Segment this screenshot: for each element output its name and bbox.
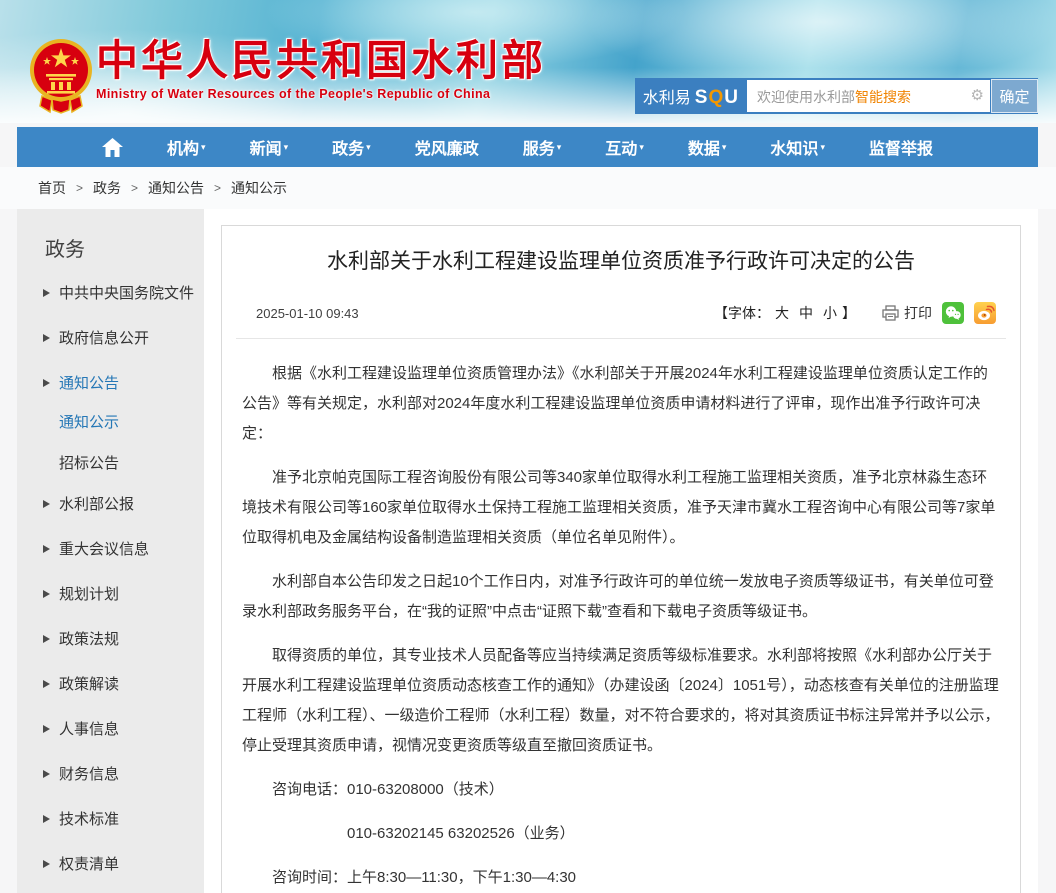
main-panel: 水利部关于水利工程建设监理单位资质准予行政许可决定的公告 2025-01-10 … <box>204 209 1038 893</box>
main-nav: 机构▾ 新闻▾ 政务▾ 党风廉政 服务▾ 互动▾ 数据▾ 水知识▾ 监督举报 <box>17 127 1038 167</box>
arrow-right-icon <box>43 334 50 342</box>
nav-item-orgs[interactable]: 机构▾ <box>167 127 206 167</box>
site-title: 中华人民共和国水利部 <box>96 38 546 84</box>
arrow-right-icon <box>43 680 50 688</box>
nav-item-data[interactable]: 数据▾ <box>688 127 727 167</box>
sidebar-item-standards[interactable]: 技术标准 <box>43 808 194 829</box>
arrow-right-icon <box>43 289 50 297</box>
search-brand-label: 水利易 SQU <box>643 84 739 109</box>
sidebar-item-laws[interactable]: 政策法规 <box>43 628 194 649</box>
breadcrumb-current: 通知公示 <box>231 178 287 198</box>
arrow-right-icon <box>43 725 50 733</box>
sidebar-item-responsibilities[interactable]: 权责清单 <box>43 853 194 874</box>
paragraph-hours: 咨询时间：上午8:30—11:30，下午1:30—4:30 <box>242 863 1002 893</box>
nav-item-services[interactable]: 服务▾ <box>523 127 562 167</box>
search-submit-button[interactable]: 确定 <box>991 79 1038 113</box>
nav-item-news[interactable]: 新闻▾ <box>250 127 289 167</box>
sidebar-subitem-bidding[interactable]: 招标公告 <box>59 452 194 473</box>
paragraph: 根据《水利工程建设监理单位资质管理办法》《水利部关于开展2024年水利工程建设监… <box>242 359 1002 449</box>
sidebar-item-notices[interactable]: 通知公告 <box>43 372 194 393</box>
sidebar-submenu: 通知公示 招标公告 <box>59 411 194 473</box>
paragraph: 取得资质的单位，其专业技术人员配备等应当持续满足资质等级标准要求。水利部将按照《… <box>242 641 1002 761</box>
arrow-right-icon <box>43 635 50 643</box>
font-size-small-button[interactable]: 小 <box>823 303 837 323</box>
printer-icon <box>882 305 899 321</box>
breadcrumb-gov[interactable]: 政务 <box>93 178 121 198</box>
sidebar-item-plans[interactable]: 规划计划 <box>43 583 194 604</box>
chevron-down-icon: ▾ <box>639 142 644 152</box>
article-box: 水利部关于水利工程建设监理单位资质准予行政许可决定的公告 2025-01-10 … <box>221 225 1021 893</box>
arrow-right-icon <box>43 770 50 778</box>
sidebar-item-gazette[interactable]: 水利部公报 <box>43 493 194 514</box>
breadcrumb-notices[interactable]: 通知公告 <box>148 178 204 198</box>
font-size-large-button[interactable]: 大 <box>775 303 789 323</box>
breadcrumb-separator: > <box>214 181 221 195</box>
sidebar: 政务 中共中央国务院文件 政府信息公开 通知公告 通知公示 招标公告 水利部公报… <box>17 209 204 893</box>
print-button[interactable]: 打印 <box>882 303 932 323</box>
sidebar-item-policy-interpretation[interactable]: 政策解读 <box>43 673 194 694</box>
content-area: 政务 中共中央国务院文件 政府信息公开 通知公告 通知公示 招标公告 水利部公报… <box>17 209 1038 893</box>
chevron-down-icon: ▾ <box>201 142 206 152</box>
chevron-down-icon: ▾ <box>366 142 371 152</box>
chevron-down-icon: ▾ <box>722 142 727 152</box>
arrow-right-icon <box>43 590 50 598</box>
site-search: 水利易 SQU 欢迎使用水利部智能搜索 ⚙ 确定 <box>635 78 1038 114</box>
chevron-down-icon: ▾ <box>284 142 289 152</box>
search-input[interactable] <box>747 80 990 112</box>
breadcrumb-separator: > <box>131 181 138 195</box>
article-tools: 【字体： 大 中 小 】 打印 <box>714 302 996 324</box>
sidebar-item-personnel[interactable]: 人事信息 <box>43 718 194 739</box>
nav-item-party[interactable]: 党风廉政 <box>415 127 479 167</box>
nav-item-gov[interactable]: 政务▾ <box>332 127 371 167</box>
gear-icon[interactable]: ⚙ <box>971 86 984 106</box>
paragraph: 准予北京帕克国际工程咨询股份有限公司等340家单位取得水利工程施工监理相关资质，… <box>242 463 1002 553</box>
wechat-share-icon[interactable] <box>942 302 964 324</box>
article-body: 根据《水利工程建设监理单位资质管理办法》《水利部关于开展2024年水利工程建设监… <box>236 347 1006 893</box>
sidebar-subitem-notice-public[interactable]: 通知公示 <box>59 411 194 432</box>
home-icon <box>102 138 123 157</box>
arrow-right-icon <box>43 815 50 823</box>
magnifier-letter-icon: Q <box>708 87 724 108</box>
nav-item-interact[interactable]: 互动▾ <box>605 127 644 167</box>
chevron-down-icon: ▾ <box>820 142 825 152</box>
arrow-right-icon <box>43 500 50 508</box>
weibo-share-icon[interactable] <box>974 302 996 324</box>
sidebar-item-meetings[interactable]: 重大会议信息 <box>43 538 194 559</box>
nav-item-knowledge[interactable]: 水知识▾ <box>770 127 825 167</box>
chevron-down-icon: ▾ <box>557 142 562 152</box>
paragraph-phone: 咨询电话：010-63208000（技术） <box>242 775 1002 805</box>
sidebar-item-finance[interactable]: 财务信息 <box>43 763 194 784</box>
page-title: 水利部关于水利工程建设监理单位资质准予行政许可决定的公告 <box>266 248 976 276</box>
national-emblem-icon <box>28 36 94 119</box>
arrow-right-icon <box>43 860 50 868</box>
paragraph: 水利部自本公告印发之日起10个工作日内，对准予行政许可的单位统一发放电子资质等级… <box>242 567 1002 627</box>
font-size-label-close: 】 <box>842 303 856 323</box>
sidebar-item-info-disclosure[interactable]: 政府信息公开 <box>43 327 194 348</box>
breadcrumb: 首页 > 政务 > 通知公告 > 通知公示 <box>0 167 1056 209</box>
breadcrumb-separator: > <box>76 181 83 195</box>
sidebar-title: 政务 <box>45 233 194 262</box>
sidebar-item-central-docs[interactable]: 中共中央国务院文件 <box>43 282 194 303</box>
publish-date: 2025-01-10 09:43 <box>256 306 359 321</box>
article-meta-row: 2025-01-10 09:43 【字体： 大 中 小 】 打印 <box>236 302 1006 339</box>
site-subtitle: Ministry of Water Resources of the Peopl… <box>96 87 546 101</box>
arrow-right-icon <box>43 545 50 553</box>
site-banner: 中华人民共和国水利部 Ministry of Water Resources o… <box>0 0 1056 123</box>
paragraph-phone2: 010-63202145 63202526（业务） <box>242 819 1002 849</box>
font-size-medium-button[interactable]: 中 <box>799 303 813 323</box>
nav-home-button[interactable] <box>102 127 123 167</box>
arrow-right-icon <box>43 379 50 387</box>
font-size-label-open: 【字体： <box>714 303 770 323</box>
nav-item-report[interactable]: 监督举报 <box>869 127 933 167</box>
breadcrumb-home[interactable]: 首页 <box>38 178 66 198</box>
